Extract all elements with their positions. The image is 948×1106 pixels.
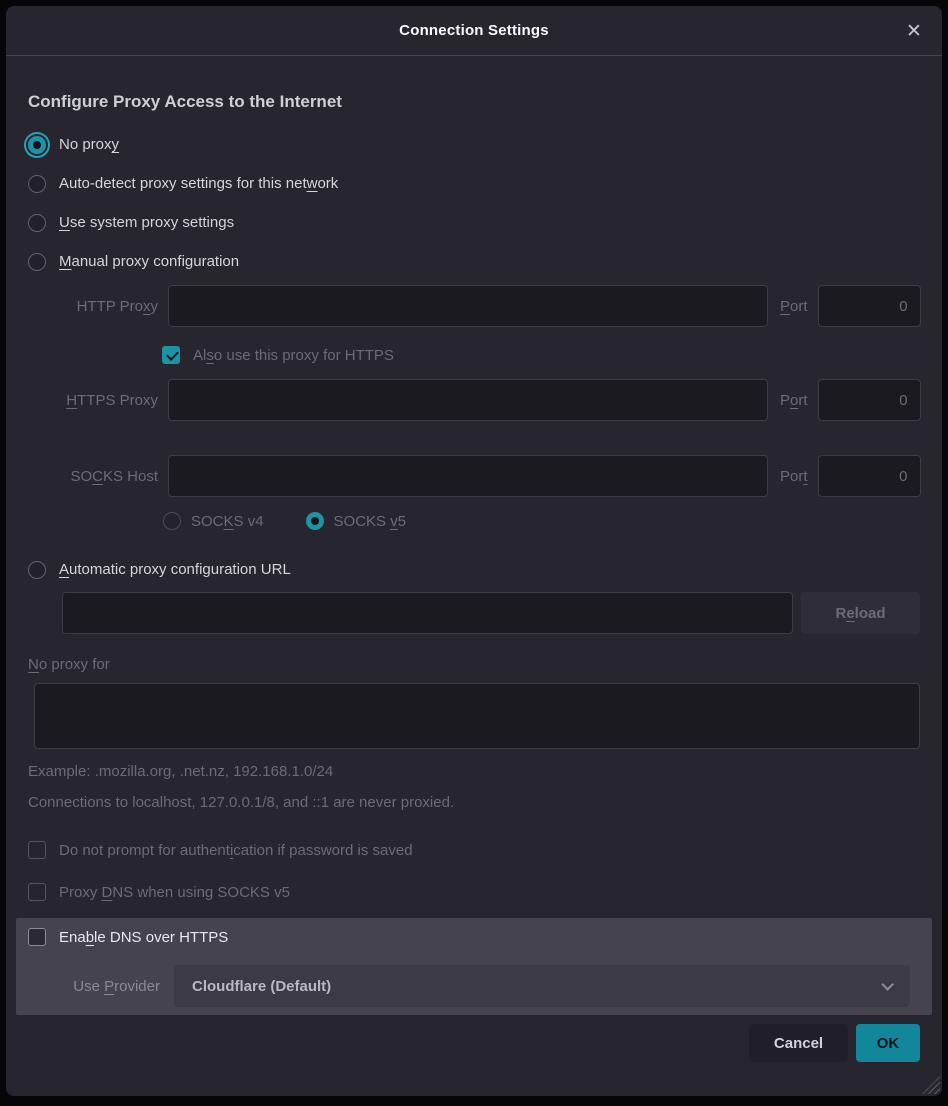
no-prompt-auth-checkbox-row: Do not prompt for authentication if pass… bbox=[28, 841, 920, 859]
http-port-label: Port bbox=[774, 298, 812, 315]
no-proxy-example-text: Example: .mozilla.org, .net.nz, 192.168.… bbox=[28, 763, 920, 780]
radio-socks-v4: SOCKS v4 bbox=[163, 512, 264, 530]
enable-doh-checkbox[interactable] bbox=[28, 928, 46, 946]
dialog-title: Connection Settings bbox=[399, 22, 549, 39]
enable-doh-label: Enable DNS over HTTPS bbox=[59, 929, 228, 946]
dns-over-https-section: Enable DNS over HTTPS Use Provider Cloud… bbox=[16, 918, 932, 1015]
proxy-mode-radiogroup: No proxy Auto-detect proxy settings for … bbox=[28, 125, 920, 281]
no-proxy-for-label: No proxy for bbox=[28, 656, 920, 673]
radio-auto-detect[interactable]: Auto-detect proxy settings for this netw… bbox=[28, 164, 920, 203]
also-https-label: Also use this proxy for HTTPS bbox=[193, 347, 394, 364]
socks-port-label: Port bbox=[774, 468, 812, 485]
resize-grip[interactable] bbox=[922, 1076, 940, 1094]
radio-icon-manual-proxy[interactable] bbox=[28, 253, 46, 271]
https-proxy-label: HTTPS Proxy bbox=[28, 392, 162, 409]
https-port-input bbox=[818, 379, 921, 421]
ok-button[interactable]: OK bbox=[856, 1024, 920, 1062]
no-prompt-auth-label: Do not prompt for authentication if pass… bbox=[59, 842, 413, 859]
proxy-dns-checkbox bbox=[28, 883, 46, 901]
cancel-button[interactable]: Cancel bbox=[749, 1024, 848, 1062]
radio-label-manual-proxy: Manual proxy configuration bbox=[59, 253, 239, 270]
reload-button: Reload bbox=[801, 592, 920, 634]
radio-icon-auto-detect[interactable] bbox=[28, 175, 46, 193]
radio-icon-no-proxy[interactable] bbox=[28, 136, 46, 154]
also-https-checkbox bbox=[162, 346, 180, 364]
provider-row: Use Provider Cloudflare (Default) bbox=[28, 965, 910, 1007]
close-icon[interactable]: ✕ bbox=[900, 17, 928, 45]
chevron-down-icon bbox=[881, 978, 894, 991]
radio-socks-v5: SOCKS v5 bbox=[306, 512, 407, 530]
radio-label-socks-v5: SOCKS v5 bbox=[334, 513, 407, 530]
proxy-dns-label: Proxy DNS when using SOCKS v5 bbox=[59, 884, 290, 901]
auto-url-input bbox=[62, 592, 793, 634]
enable-doh-checkbox-row[interactable]: Enable DNS over HTTPS bbox=[28, 928, 910, 946]
radio-label-system-proxy: Use system proxy settings bbox=[59, 214, 234, 231]
also-https-checkbox-row: Also use this proxy for HTTPS bbox=[28, 346, 920, 364]
https-port-label: Port bbox=[774, 392, 812, 409]
http-proxy-label: HTTP Proxy bbox=[28, 298, 162, 315]
socks-host-label: SOCKS Host bbox=[28, 468, 162, 485]
proxy-dns-checkbox-row: Proxy DNS when using SOCKS v5 bbox=[28, 883, 920, 901]
dialog-content: Configure Proxy Access to the Internet N… bbox=[6, 92, 942, 1062]
https-proxy-input bbox=[168, 379, 768, 421]
http-proxy-input bbox=[168, 285, 768, 327]
socks-host-input bbox=[168, 455, 768, 497]
radio-system-proxy[interactable]: Use system proxy settings bbox=[28, 203, 920, 242]
radio-no-proxy[interactable]: No proxy bbox=[28, 125, 920, 164]
socks-host-row: SOCKS Host Port bbox=[28, 455, 920, 497]
connection-settings-dialog: Connection Settings ✕ Configure Proxy Ac… bbox=[6, 6, 942, 1096]
radio-icon-socks-v4 bbox=[163, 512, 181, 530]
auto-url-row: Reload bbox=[62, 592, 920, 634]
dialog-footer: Cancel OK bbox=[28, 1024, 920, 1062]
dialog-titlebar: Connection Settings ✕ bbox=[6, 6, 942, 56]
radio-icon-system-proxy[interactable] bbox=[28, 214, 46, 232]
page-title: Configure Proxy Access to the Internet bbox=[28, 92, 920, 112]
provider-dropdown-value: Cloudflare (Default) bbox=[192, 978, 331, 995]
http-proxy-row: HTTP Proxy Port bbox=[28, 285, 920, 327]
no-proxy-for-textarea bbox=[34, 683, 920, 749]
radio-auto-url[interactable]: Automatic proxy configuration URL bbox=[28, 550, 920, 589]
https-proxy-row: HTTPS Proxy Port bbox=[28, 379, 920, 421]
http-port-input bbox=[818, 285, 921, 327]
radio-label-auto-detect: Auto-detect proxy settings for this netw… bbox=[59, 175, 338, 192]
socks-port-input bbox=[818, 455, 921, 497]
radio-label-no-proxy: No proxy bbox=[59, 136, 119, 153]
radio-icon-auto-url[interactable] bbox=[28, 561, 46, 579]
radio-label-socks-v4: SOCKS v4 bbox=[191, 513, 264, 530]
radio-manual-proxy[interactable]: Manual proxy configuration bbox=[28, 242, 920, 281]
no-prompt-auth-checkbox bbox=[28, 841, 46, 859]
radio-label-auto-url: Automatic proxy configuration URL bbox=[59, 561, 291, 578]
socks-version-radiogroup: SOCKS v4 SOCKS v5 bbox=[28, 510, 920, 532]
provider-label: Use Provider bbox=[28, 978, 160, 995]
provider-dropdown: Cloudflare (Default) bbox=[174, 965, 910, 1007]
radio-icon-socks-v5 bbox=[306, 512, 324, 530]
localhost-note-text: Connections to localhost, 127.0.0.1/8, a… bbox=[28, 794, 920, 811]
